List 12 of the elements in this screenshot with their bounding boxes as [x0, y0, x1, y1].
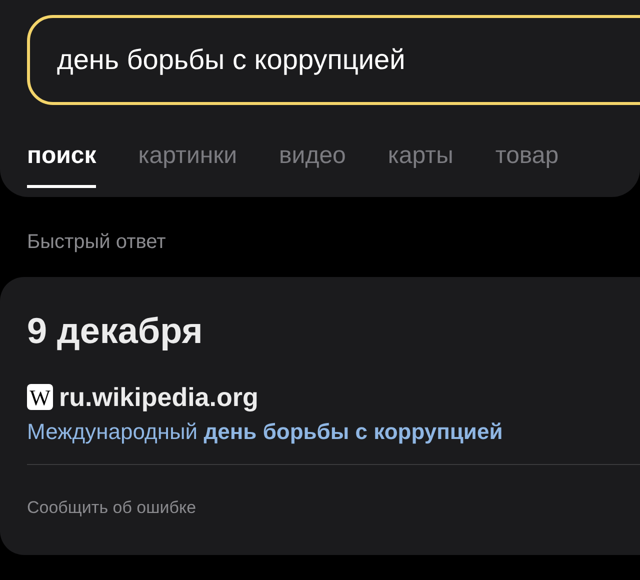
- tab[interactable]: картинки: [138, 138, 238, 188]
- tab[interactable]: товар: [495, 138, 559, 188]
- source-link[interactable]: ru.wikipedia.org: [59, 382, 258, 412]
- section-label: Быстрый ответ: [27, 230, 167, 254]
- wikipedia-icon: W: [27, 384, 53, 410]
- result-link[interactable]: Международный день борьбы с коррупцией: [27, 418, 503, 446]
- search-field[interactable]: день борьбы с коррупцией: [27, 15, 640, 105]
- report-error-link[interactable]: Сообщить об ошибке: [27, 495, 196, 520]
- tab[interactable]: карты: [388, 138, 454, 188]
- tab[interactable]: поиск: [27, 138, 96, 188]
- answer-title: 9 декабря: [27, 309, 203, 353]
- tab[interactable]: видео: [279, 138, 346, 188]
